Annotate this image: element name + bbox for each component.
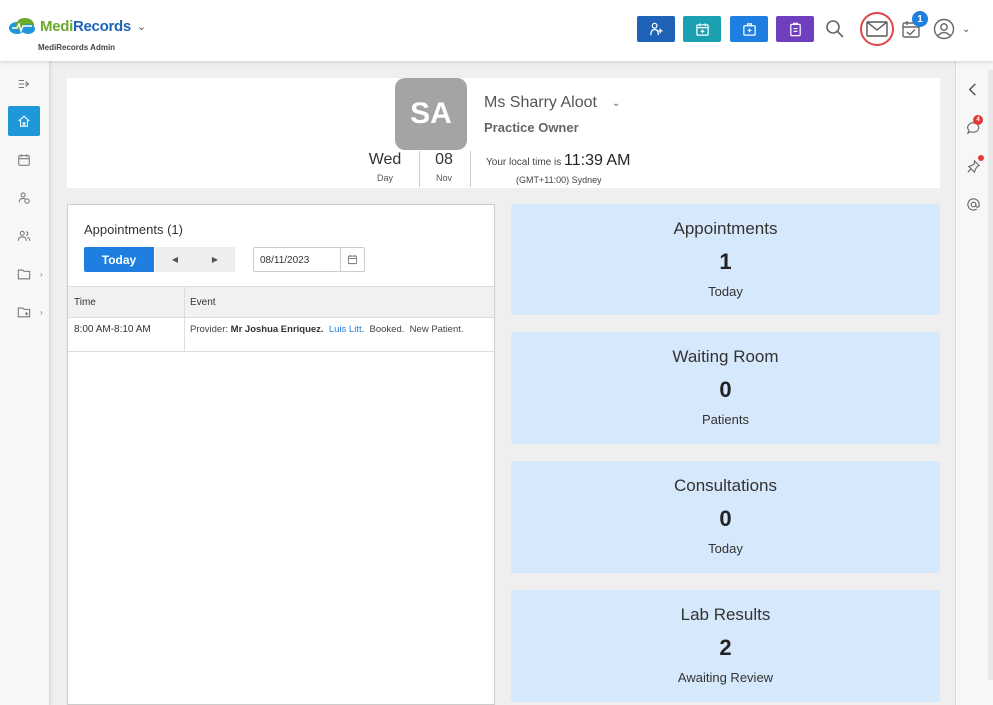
- weekday-block: Wed Day: [363, 151, 407, 188]
- folder-plus-icon: [17, 307, 31, 318]
- mail-icon[interactable]: [860, 12, 894, 46]
- sidebar-item-add-folder[interactable]: ›: [8, 297, 43, 327]
- today-button[interactable]: Today: [84, 247, 154, 272]
- user-name[interactable]: Ms Sharry Aloot: [484, 94, 597, 112]
- waiting-room-stat-card[interactable]: Waiting Room 0 Patients: [511, 332, 940, 444]
- patients-icon: [18, 192, 30, 204]
- stat-value: 2: [719, 635, 732, 660]
- stat-subtitle: Today: [708, 541, 743, 556]
- stat-value: 0: [719, 377, 732, 402]
- local-time-value: 11:39 AM: [564, 152, 631, 169]
- month: Nov: [435, 173, 452, 183]
- chevron-down-icon[interactable]: ⌄: [137, 20, 146, 33]
- sidebar-item-users[interactable]: [8, 221, 40, 251]
- chevron-down-icon[interactable]: ⌄: [612, 98, 620, 109]
- chevron-left-icon[interactable]: [961, 77, 985, 101]
- table-header: Time Event: [68, 286, 494, 318]
- new-appointment-button[interactable]: [683, 16, 721, 42]
- stat-title: Lab Results: [680, 605, 771, 624]
- lab-results-stat-card[interactable]: Lab Results 2 Awaiting Review: [511, 590, 940, 702]
- date-picker-input[interactable]: 08/11/2023: [253, 247, 365, 272]
- profile-card: SA Ms Sharry Aloot ⌄ Practice Owner Wed …: [67, 78, 940, 188]
- calendar-icon: [18, 154, 30, 166]
- expand-sidebar-icon[interactable]: [8, 69, 40, 99]
- weekday-label: Day: [376, 173, 393, 183]
- appointments-stat-card[interactable]: Appointments 1 Today: [511, 204, 940, 315]
- users-icon: [17, 230, 31, 241]
- stat-subtitle: Today: [708, 284, 743, 299]
- left-sidebar: › ›: [0, 61, 50, 705]
- column-header-time: Time: [74, 297, 96, 308]
- appointment-type: New Patient.: [409, 324, 464, 335]
- stat-title: Consultations: [673, 476, 777, 495]
- folder-icon: [17, 269, 31, 280]
- local-time-label: Your local time is: [486, 157, 562, 168]
- stat-value: 0: [719, 506, 732, 531]
- brand-subtitle: MediRecords Admin: [38, 43, 116, 52]
- search-icon[interactable]: [823, 17, 847, 41]
- add-patient-button[interactable]: [637, 16, 675, 42]
- chevron-right-icon: ›: [40, 307, 43, 317]
- divider: [419, 151, 420, 187]
- home-icon: [18, 115, 30, 127]
- sidebar-item-patients[interactable]: [8, 183, 40, 213]
- sidebar-item-folders[interactable]: ›: [8, 259, 43, 289]
- provider-label: Provider:: [190, 324, 229, 335]
- table-row[interactable]: 8:00 AM-8:10 AM Provider: Mr Joshua Enri…: [68, 318, 494, 352]
- chevron-right-icon: ›: [40, 269, 43, 279]
- calendar-plus-icon: [695, 22, 709, 36]
- sidebar-item-calendar[interactable]: [8, 145, 40, 175]
- date-value: 08/11/2023: [260, 255, 310, 266]
- timezone: (GMT+11:00) Sydney: [516, 175, 602, 185]
- sidebar-item-home[interactable]: [8, 106, 40, 136]
- chevron-down-icon[interactable]: ⌄: [962, 24, 970, 35]
- local-time: Your local time is 11:39 AM: [486, 152, 630, 170]
- consultations-stat-card[interactable]: Consultations 0 Today: [511, 461, 940, 573]
- new-consultation-button[interactable]: [730, 16, 768, 42]
- medical-bag-icon: [742, 22, 756, 36]
- clipboard-icon: [789, 22, 801, 36]
- patient-link[interactable]: Luis Litt: [329, 324, 362, 335]
- appointment-time: 8:00 AM-8:10 AM: [74, 324, 151, 335]
- provider-name: Mr Joshua Enriquez.: [230, 324, 324, 335]
- stat-value: 1: [719, 249, 732, 274]
- column-header-event: Event: [190, 297, 216, 308]
- add-patient-icon: [649, 22, 663, 35]
- appointment-status: Booked.: [369, 324, 405, 335]
- stat-subtitle: Awaiting Review: [677, 670, 774, 685]
- tasks-button[interactable]: [776, 16, 814, 42]
- scrollbar[interactable]: [988, 70, 993, 680]
- user-role: Practice Owner: [484, 120, 579, 135]
- brand-name: MediRecords: [40, 17, 131, 35]
- cloud-logo-icon: [8, 17, 36, 35]
- chat-badge: 4: [973, 115, 983, 125]
- user-avatar-icon[interactable]: [932, 17, 956, 41]
- appointment-event: Provider: Mr Joshua Enriquez. Luis Litt.…: [190, 324, 464, 335]
- appointments-panel: Appointments (1) Today ◀ ▶ 08/11/2023 Ti…: [67, 204, 495, 705]
- previous-day-button[interactable]: ◀: [155, 247, 195, 272]
- pin-dot: [978, 155, 984, 161]
- mention-icon[interactable]: [961, 192, 985, 216]
- top-bar: MediRecords ⌄ MediRecords Admin 1 ⌄: [0, 0, 993, 61]
- next-day-button[interactable]: ▶: [195, 247, 235, 272]
- stat-title: Appointments: [673, 219, 778, 238]
- brand-logo[interactable]: MediRecords ⌄: [8, 17, 146, 35]
- date-block: 08 Nov: [424, 151, 464, 188]
- stat-subtitle: Patients: [702, 412, 749, 427]
- stat-title: Waiting Room: [672, 347, 779, 366]
- divider: [470, 151, 471, 187]
- weekday: Wed: [368, 151, 402, 168]
- calendar-badge: 1: [912, 11, 928, 27]
- day-number: 08: [435, 151, 453, 168]
- avatar: SA: [395, 78, 467, 150]
- appointments-title: Appointments (1): [84, 222, 183, 237]
- calendar-icon[interactable]: [340, 248, 364, 271]
